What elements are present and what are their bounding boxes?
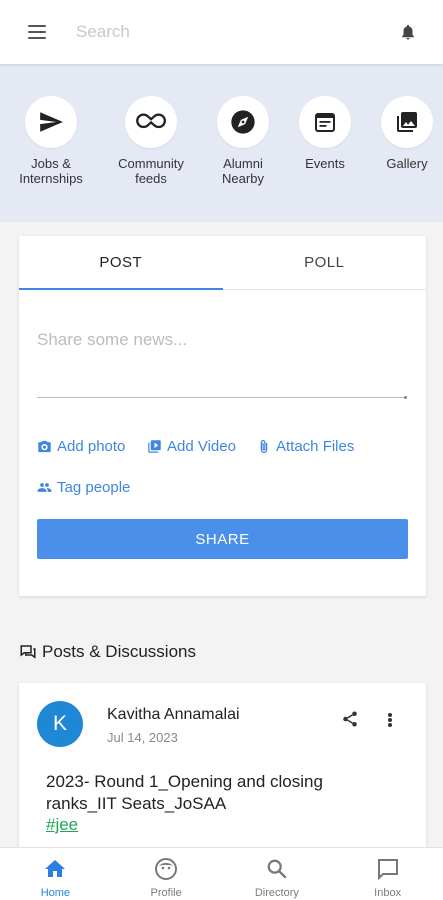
quick-link-gallery[interactable]: Gallery — [359, 96, 443, 171]
nav-label: Profile — [150, 887, 182, 899]
section-title: Posts & Discussions — [42, 642, 196, 661]
nav-label: Home — [40, 887, 71, 899]
avatar[interactable]: K — [37, 701, 83, 747]
quick-link-label: Community feeds — [118, 156, 184, 186]
gallery-icon — [397, 112, 417, 132]
tab-post[interactable]: POST — [19, 236, 223, 290]
news-textarea[interactable] — [37, 326, 407, 398]
forum-icon — [20, 645, 36, 659]
quick-link-jobs[interactable]: Jobs & Internships — [3, 96, 99, 186]
post-hashtag[interactable]: #jee — [46, 815, 78, 835]
nav-inbox[interactable]: Inbox — [332, 848, 443, 900]
bottom-navigation: Home Profile Directory Inbox — [0, 847, 443, 900]
people-icon — [37, 483, 52, 492]
profile-face-icon — [155, 858, 178, 880]
more-options-icon[interactable] — [385, 711, 395, 729]
calendar-icon — [315, 113, 335, 132]
post-text: 2023- Round 1_Opening and closing ranks_… — [46, 772, 323, 813]
tag-people-button[interactable]: Tag people — [37, 479, 130, 496]
camera-icon — [38, 440, 51, 453]
search-icon — [267, 859, 287, 879]
paperclip-icon — [260, 440, 268, 453]
attach-files-label: Attach Files — [276, 438, 355, 455]
post-composer-card: POST POLL Add photo Add Video Attach Fil… — [19, 236, 426, 596]
section-heading: Posts & Discussions — [19, 642, 196, 662]
compass-icon — [231, 110, 255, 134]
quick-link-label: Jobs & Internships — [19, 156, 83, 186]
hamburger-menu-icon[interactable] — [28, 25, 46, 39]
nav-label: Directory — [254, 887, 299, 899]
search-input[interactable] — [76, 22, 376, 42]
nav-home[interactable]: Home — [0, 848, 111, 900]
tab-poll[interactable]: POLL — [223, 236, 427, 289]
add-video-button[interactable]: Add Video — [147, 438, 236, 455]
post-author[interactable]: Kavitha Annamalai — [107, 706, 240, 724]
tag-people-label: Tag people — [57, 479, 131, 496]
attach-files-button[interactable]: Attach Files — [257, 438, 354, 455]
chat-bubble-icon — [377, 859, 398, 881]
infinity-icon — [136, 113, 166, 129]
composer-tabs: POST POLL — [19, 236, 426, 290]
quick-link-label: Gallery — [386, 156, 428, 171]
nav-label: Inbox — [374, 887, 402, 899]
nav-directory[interactable]: Directory — [222, 848, 333, 900]
textarea-resize-handle[interactable] — [404, 396, 407, 399]
quick-link-community-feeds[interactable]: Community feeds — [103, 96, 199, 186]
top-app-bar — [0, 0, 443, 64]
add-photo-button[interactable]: Add photo — [37, 438, 125, 455]
add-photo-label: Add photo — [57, 438, 126, 455]
add-video-label: Add Video — [167, 438, 236, 455]
video-library-icon — [148, 440, 161, 453]
home-icon — [45, 860, 66, 877]
share-button[interactable]: SHARE — [37, 519, 408, 559]
quick-links-strip: Jobs & Internships Community feeds Alumn… — [0, 64, 443, 222]
post-date: Jul 14, 2023 — [107, 730, 178, 745]
nav-profile[interactable]: Profile — [111, 848, 222, 900]
share-icon[interactable] — [341, 710, 359, 728]
notification-bell-icon[interactable] — [399, 22, 417, 42]
send-icon — [40, 112, 63, 132]
